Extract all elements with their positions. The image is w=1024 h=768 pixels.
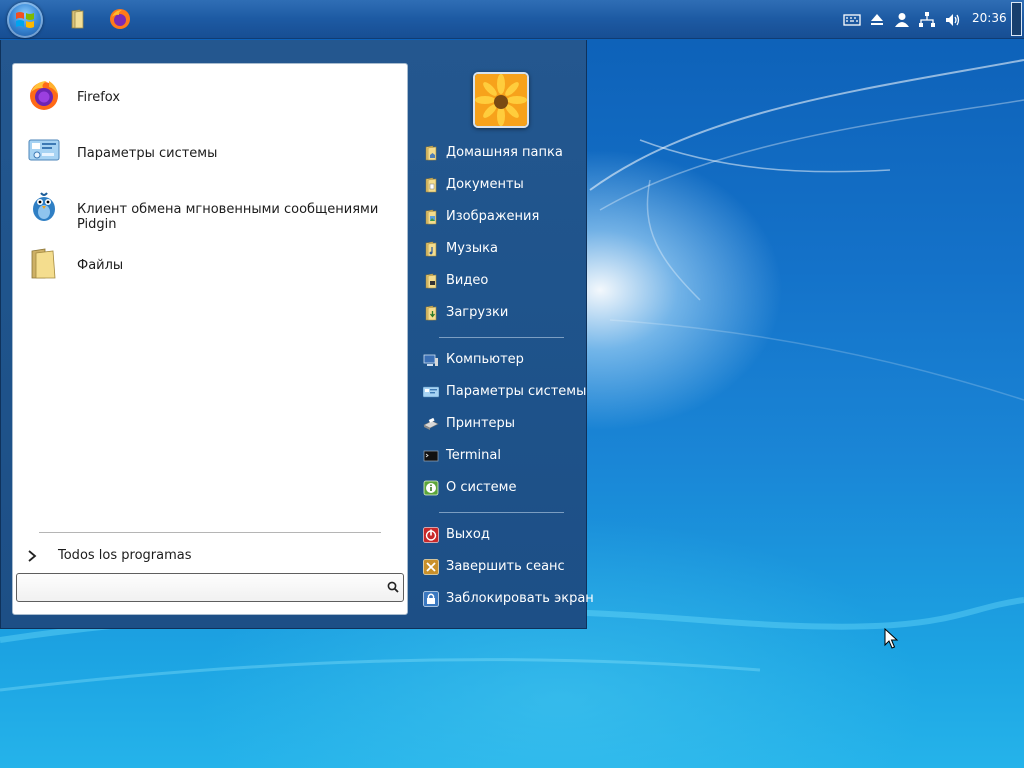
place-label: Изображения — [446, 209, 540, 224]
system-terminal[interactable]: Terminal — [421, 443, 583, 469]
user-icon[interactable] — [893, 11, 911, 29]
system-separator — [439, 512, 564, 513]
app-item-pidgin[interactable]: Клиент обмена мгновенными сообщениями Pi… — [13, 180, 407, 232]
session-end[interactable]: Завершить сеанс — [421, 554, 583, 580]
show-desktop-button[interactable] — [1011, 2, 1022, 36]
network-icon[interactable] — [918, 11, 936, 29]
settings-icon — [423, 386, 439, 398]
system-settings[interactable]: Параметры системы — [421, 379, 587, 405]
system-label: Terminal — [446, 448, 501, 463]
session-lock[interactable]: Заблокировать экран — [421, 586, 594, 612]
clock[interactable]: 20:36 — [972, 11, 1007, 25]
place-pictures[interactable]: Изображения — [421, 204, 583, 230]
place-label: Видео — [446, 273, 489, 288]
eject-icon[interactable] — [868, 11, 886, 29]
session-label: Выход — [446, 527, 490, 542]
terminal-icon — [423, 450, 439, 462]
session-label: Завершить сеанс — [446, 559, 565, 574]
place-label: Домашняя папка — [446, 145, 563, 160]
user-avatar[interactable] — [473, 72, 529, 128]
session-label: Заблокировать экран — [446, 591, 594, 606]
system-about[interactable]: О системе — [421, 475, 583, 501]
home-folder-icon — [425, 145, 437, 161]
volume-icon[interactable] — [944, 11, 962, 29]
app-item-label: Параметры системы — [77, 146, 218, 161]
video-folder-icon — [425, 273, 437, 289]
place-music[interactable]: Музыка — [421, 236, 583, 262]
windows-logo-icon — [16, 12, 34, 28]
place-documents[interactable]: Документы — [421, 172, 583, 198]
start-button[interactable] — [7, 2, 43, 38]
firefox-pinned-icon[interactable] — [109, 8, 131, 30]
keyboard-icon[interactable] — [843, 11, 861, 29]
pidgin-icon — [33, 192, 55, 221]
firefox-icon — [30, 81, 58, 110]
logout-icon — [423, 527, 439, 543]
system-label: Параметры системы — [446, 384, 587, 399]
app-item-system-settings[interactable]: Параметры системы — [13, 124, 407, 176]
lock-icon — [423, 591, 439, 607]
place-label: Документы — [446, 177, 524, 192]
app-item-files[interactable]: Файлы — [13, 236, 407, 288]
place-label: Музыка — [446, 241, 498, 256]
system-label: Компьютер — [446, 352, 524, 367]
music-folder-icon — [425, 241, 437, 257]
place-label: Загрузки — [446, 305, 509, 320]
places-separator — [439, 337, 564, 338]
app-item-firefox[interactable]: Firefox — [13, 68, 407, 120]
folder-icon — [31, 248, 56, 279]
flower-avatar-image — [475, 74, 527, 126]
mouse-cursor-icon — [884, 628, 899, 649]
pictures-folder-icon — [425, 209, 437, 225]
place-video[interactable]: Видео — [421, 268, 583, 294]
start-menu: Firefox Параметры системы Клиент обмена … — [0, 40, 594, 629]
app-item-label: Клиент обмена мгновенными сообщениями Pi… — [77, 202, 379, 232]
system-computer[interactable]: Компьютер — [421, 347, 583, 373]
session-logout[interactable]: Выход — [421, 522, 583, 548]
app-list-separator — [39, 532, 381, 533]
app-item-label: Firefox — [77, 90, 121, 105]
place-downloads[interactable]: Загрузки — [421, 300, 583, 326]
printer-icon — [423, 417, 439, 430]
place-home-folder[interactable]: Домашняя папка — [421, 140, 583, 166]
search-icon[interactable] — [387, 581, 399, 593]
search-input[interactable] — [23, 577, 377, 599]
system-label: О системе — [446, 480, 517, 495]
app-item-label: Файлы — [77, 258, 124, 273]
settings-icon — [28, 139, 60, 161]
chevron-right-icon — [28, 550, 37, 562]
info-icon — [423, 480, 439, 496]
start-menu-app-list: Firefox Параметры системы Клиент обмена … — [12, 63, 408, 615]
all-programs-label: Todos los programas — [58, 548, 192, 563]
end-session-icon — [423, 559, 439, 575]
system-printers[interactable]: Принтеры — [421, 411, 583, 437]
taskbar: 20:36 — [0, 0, 1024, 39]
system-label: Принтеры — [446, 416, 516, 431]
computer-icon — [423, 354, 438, 366]
all-programs-button[interactable]: Todos los programas — [21, 544, 401, 568]
documents-folder-icon — [425, 177, 437, 193]
downloads-folder-icon — [425, 305, 437, 321]
search-field[interactable] — [16, 573, 404, 602]
files-pinned-icon[interactable] — [68, 8, 90, 30]
